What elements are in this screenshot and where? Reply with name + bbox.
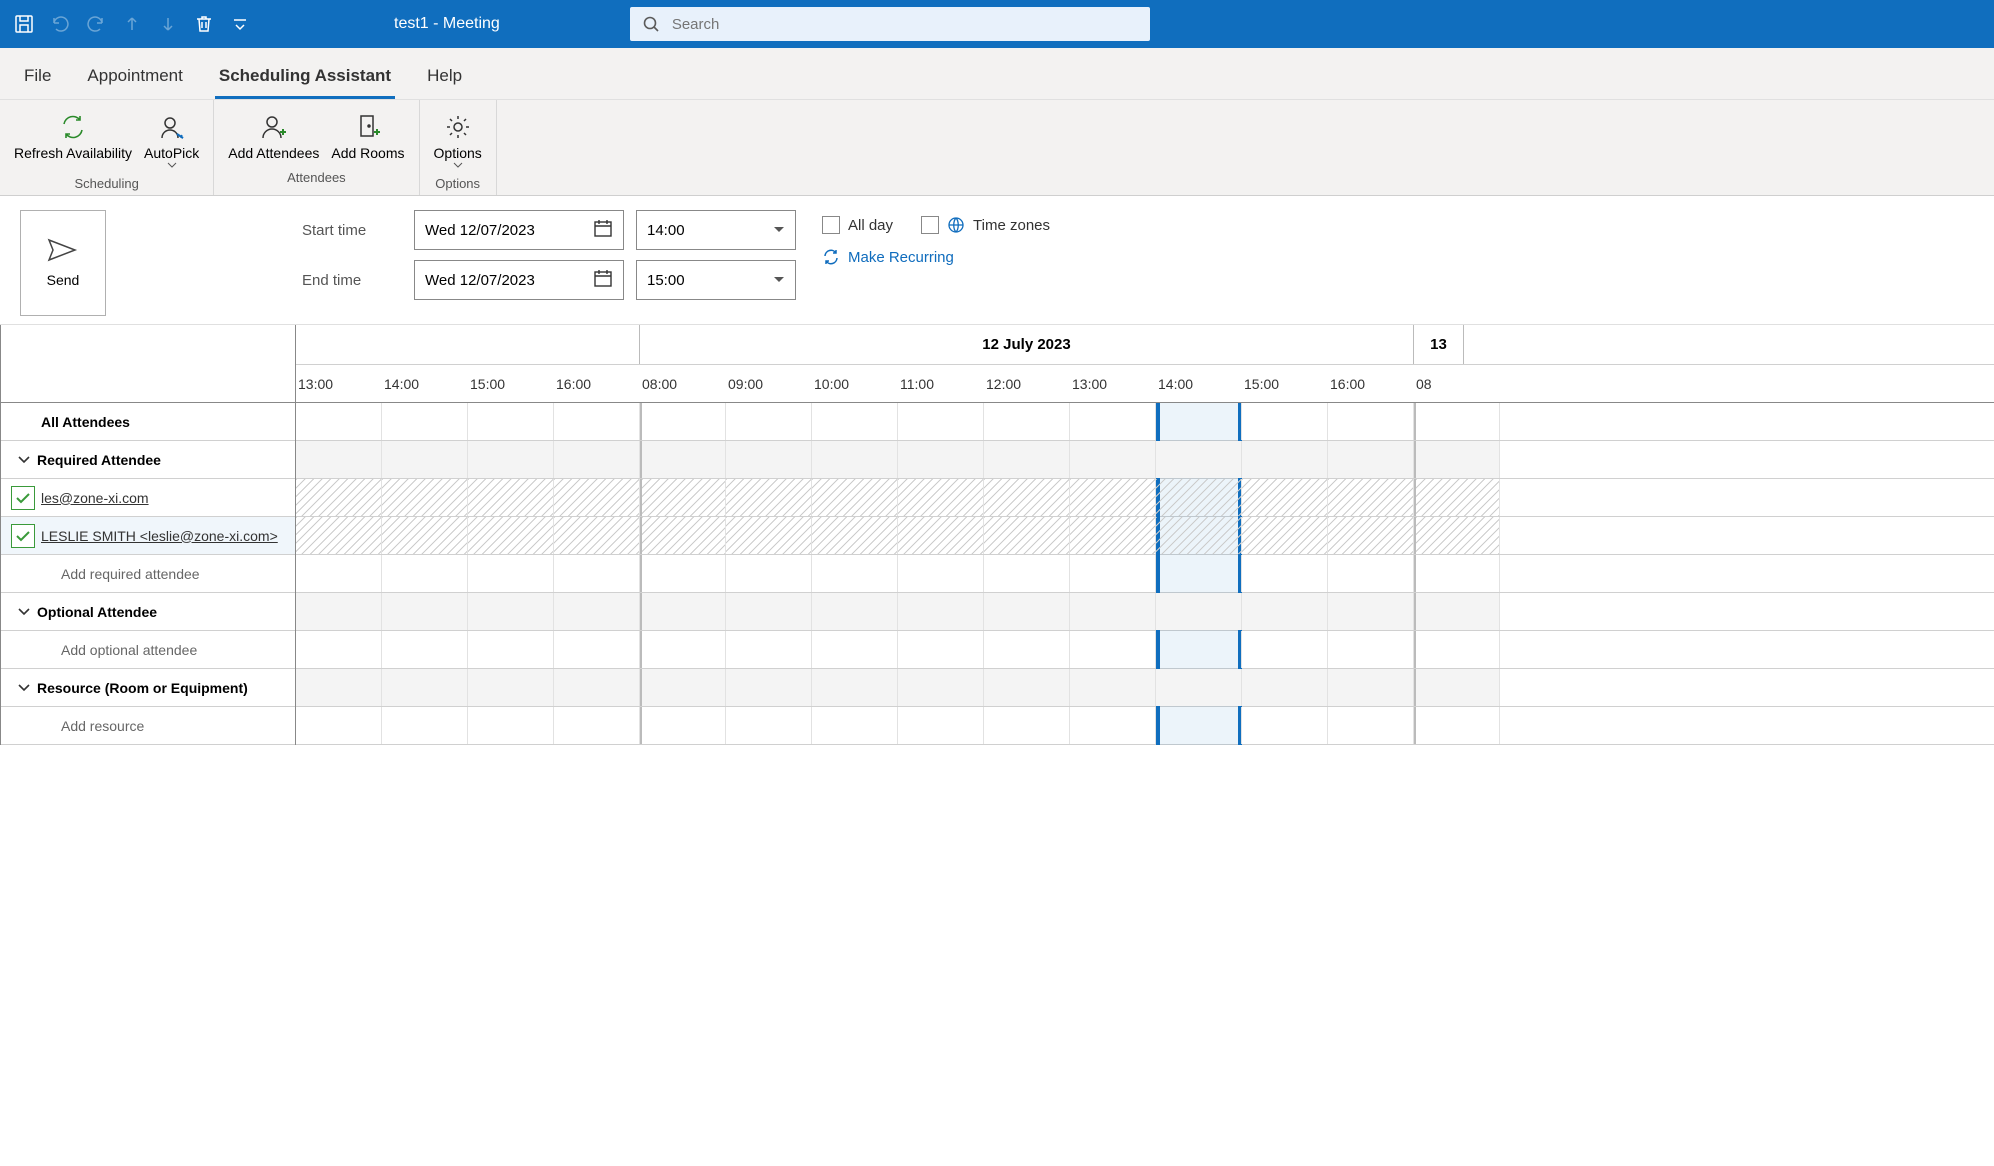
add-attendees-button[interactable]: Add Attendees (222, 106, 325, 166)
timeline-grid[interactable]: 12 July 2023 13 13:0014:0015:0016:0008:0… (296, 325, 1994, 745)
quick-access-toolbar (0, 8, 264, 40)
next-item-button[interactable] (152, 8, 184, 40)
end-time-field[interactable]: 15:00 (636, 260, 796, 300)
window-title: test1 - Meeting (394, 15, 500, 33)
autopick-icon (157, 110, 187, 144)
timeline-row[interactable] (296, 669, 1994, 707)
start-time-label: Start time (302, 222, 402, 239)
timeline-row[interactable] (296, 403, 1994, 441)
required-attendee-section[interactable]: Required Attendee (1, 441, 295, 479)
date-header-row: 12 July 2023 13 (296, 325, 1994, 365)
start-time-field[interactable]: 14:00 (636, 210, 796, 250)
chevron-down-icon (11, 684, 37, 692)
previous-item-button[interactable] (116, 8, 148, 40)
group-label-attendees: Attendees (287, 166, 346, 187)
timeline-row[interactable] (296, 441, 1994, 479)
group-label-scheduling: Scheduling (74, 172, 138, 193)
meeting-form: Send Start time Wed 12/07/2023 14:00 End… (0, 196, 1994, 325)
hour-header-row: 13:0014:0015:0016:0008:0009:0010:0011:00… (296, 365, 1994, 403)
hour-header: 15:00 (468, 365, 554, 402)
end-date-field[interactable]: Wed 12/07/2023 (414, 260, 624, 300)
hour-header: 13:00 (296, 365, 382, 402)
options-button[interactable]: Options (428, 106, 488, 172)
search-box[interactable] (630, 7, 1150, 41)
timeline-row[interactable] (296, 593, 1994, 631)
resource-section[interactable]: Resource (Room or Equipment) (1, 669, 295, 707)
ribbon-group-options: Options Options (420, 100, 497, 195)
hour-header: 13:00 (1070, 365, 1156, 402)
add-room-icon (353, 110, 383, 144)
group-label-options: Options (435, 172, 480, 193)
send-icon (47, 238, 79, 262)
timeline-row[interactable] (296, 707, 1994, 745)
attendee-column: All Attendees Required Attendee les@zone… (0, 325, 296, 745)
chevron-down-icon (773, 226, 785, 234)
add-optional-attendee-input[interactable]: Add optional attendee (1, 631, 295, 669)
ribbon-tabs: File Appointment Scheduling Assistant He… (0, 48, 1994, 100)
add-resource-input[interactable]: Add resource (1, 707, 295, 745)
chevron-down-icon (11, 608, 37, 616)
tab-scheduling-assistant[interactable]: Scheduling Assistant (215, 58, 395, 99)
ribbon: Refresh Availability AutoPick Scheduling… (0, 100, 1994, 196)
refresh-availability-button[interactable]: Refresh Availability (8, 106, 138, 172)
attendee-row[interactable]: LESLIE SMITH <leslie@zone-xi.com> (1, 517, 295, 555)
recurring-icon (822, 248, 840, 266)
start-date-field[interactable]: Wed 12/07/2023 (414, 210, 624, 250)
chevron-down-icon (11, 456, 37, 464)
refresh-icon (58, 110, 88, 144)
timeline-row[interactable] (296, 517, 1994, 555)
hour-header: 14:00 (382, 365, 468, 402)
title-bar: test1 - Meeting (0, 0, 1994, 48)
chevron-down-icon (773, 276, 785, 284)
allday-checkbox[interactable]: All day (822, 216, 893, 234)
redo-button[interactable] (80, 8, 112, 40)
hour-header: 16:00 (554, 365, 640, 402)
calendar-icon[interactable] (593, 268, 613, 292)
timeline-row[interactable] (296, 631, 1994, 669)
hour-header: 10:00 (812, 365, 898, 402)
ribbon-group-scheduling: Refresh Availability AutoPick Scheduling (0, 100, 214, 195)
add-required-attendee-input[interactable]: Add required attendee (1, 555, 295, 593)
hour-header: 12:00 (984, 365, 1070, 402)
search-input[interactable] (672, 16, 1138, 33)
optional-attendee-section[interactable]: Optional Attendee (1, 593, 295, 631)
tab-file[interactable]: File (20, 58, 55, 99)
attendee-check-icon[interactable] (11, 524, 35, 548)
add-person-icon (259, 110, 289, 144)
end-time-label: End time (302, 272, 402, 289)
hour-header: 16:00 (1328, 365, 1414, 402)
tab-appointment[interactable]: Appointment (83, 58, 186, 99)
globe-icon (947, 216, 965, 234)
hour-header: 09:00 (726, 365, 812, 402)
scheduling-grid: All Attendees Required Attendee les@zone… (0, 325, 1994, 745)
timeline-row[interactable] (296, 479, 1994, 517)
date-header: 12 July 2023 (640, 325, 1414, 364)
gear-icon (443, 110, 473, 144)
date-header-next: 13 (1414, 325, 1464, 364)
hour-header: 15:00 (1242, 365, 1328, 402)
attendee-row[interactable]: les@zone-xi.com (1, 479, 295, 517)
hour-header: 14:00 (1156, 365, 1242, 402)
tab-help[interactable]: Help (423, 58, 466, 99)
delete-button[interactable] (188, 8, 220, 40)
timeline-row[interactable] (296, 555, 1994, 593)
attendee-check-icon[interactable] (11, 486, 35, 510)
ribbon-group-attendees: Add Attendees Add Rooms Attendees (214, 100, 419, 195)
add-rooms-button[interactable]: Add Rooms (325, 106, 410, 166)
autopick-button[interactable]: AutoPick (138, 106, 205, 172)
calendar-icon[interactable] (593, 218, 613, 242)
hour-header: 11:00 (898, 365, 984, 402)
make-recurring-button[interactable]: Make Recurring (822, 248, 954, 266)
send-button[interactable]: Send (20, 210, 106, 316)
chevron-down-icon (453, 162, 463, 168)
hour-header: 08 (1414, 365, 1500, 402)
hour-header: 08:00 (640, 365, 726, 402)
save-button[interactable] (8, 8, 40, 40)
chevron-down-icon (167, 162, 177, 168)
customize-qat-button[interactable] (224, 8, 256, 40)
timezones-checkbox[interactable]: Time zones (921, 216, 1050, 234)
all-attendees-header: All Attendees (1, 403, 295, 441)
search-icon (642, 15, 660, 33)
undo-button[interactable] (44, 8, 76, 40)
